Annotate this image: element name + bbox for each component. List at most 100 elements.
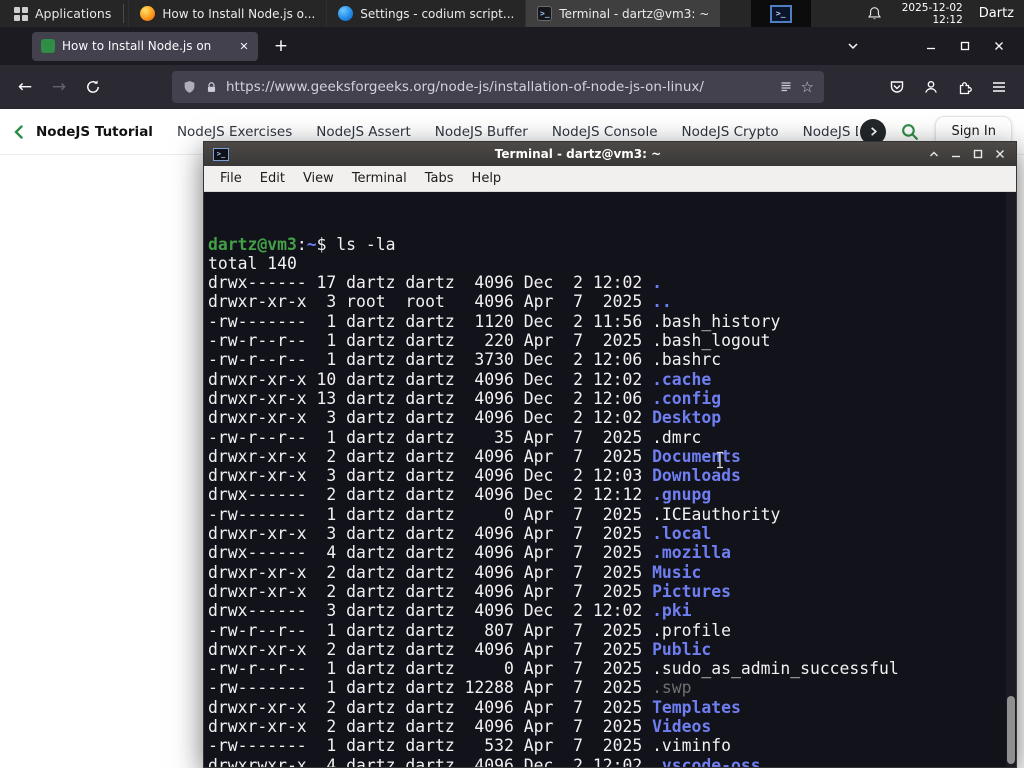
terminal-line: drwx------ 4 dartz dartz 4096 Apr 7 2025… [208, 543, 732, 563]
shield-icon[interactable] [182, 79, 197, 95]
site-favicon [41, 39, 55, 53]
lock-icon[interactable] [205, 80, 218, 95]
nav-link[interactable]: NodeJS Console [552, 124, 658, 140]
panel-clock[interactable]: 2025-12-02 12:12 [902, 2, 963, 26]
tray-terminal-item[interactable]: >_ [750, 0, 811, 27]
account-icon[interactable] [914, 71, 948, 103]
terminal-line: drwxr-xr-x 3 root root 4096 Apr 7 2025 .… [208, 292, 672, 312]
clock-date: 2025-12-02 [901, 1, 963, 14]
taskbar-button-firefox[interactable]: How to Install Node.js o... [128, 0, 326, 27]
codium-icon [338, 6, 354, 21]
reader-mode-icon[interactable] [779, 80, 793, 94]
terminal-line: -rw------- 1 dartz dartz 12288 Apr 7 202… [208, 678, 692, 698]
firefox-icon [140, 6, 156, 21]
terminal-line: -rw-r--r-- 1 dartz dartz 807 Apr 7 2025 … [208, 620, 732, 640]
chevron-left-icon[interactable] [12, 124, 26, 140]
terminal-line: -rw------- 1 dartz dartz 1120 Dec 2 11:5… [208, 311, 781, 331]
terminal-line: drwxr-xr-x 3 dartz dartz 4096 Apr 7 2025… [208, 524, 712, 544]
notification-bell-icon[interactable] [867, 6, 882, 21]
applications-label: Applications [35, 6, 112, 21]
nav-link[interactable]: NodeJS Tutorial [36, 124, 153, 140]
list-tabs-button[interactable] [836, 31, 870, 61]
terminal-line: -rw------- 1 dartz dartz 532 Apr 7 2025 … [208, 736, 732, 756]
terminal-line: drwxr-xr-x 2 dartz dartz 4096 Apr 7 2025… [208, 697, 741, 717]
back-button[interactable]: ← [8, 71, 42, 103]
nav-toolbar: ← → https://www.geeksforgeeks.org/node-j… [0, 65, 1024, 109]
terminal-output: dartz@vm3:~$ ls -la total 140 drwx------ 1… [208, 235, 1016, 767]
bookmark-star-icon[interactable]: ☆ [801, 78, 814, 96]
taskbar-button-codium[interactable]: Settings - codium script... [326, 0, 525, 27]
window-close-button[interactable] [982, 31, 1016, 61]
task-title: Settings - codium script... [360, 6, 515, 21]
clock-time: 12:12 [932, 13, 963, 26]
tab-close-icon[interactable] [239, 41, 249, 51]
reload-button[interactable] [76, 71, 110, 103]
terminal-menubar: File Edit View Terminal Tabs Help [204, 166, 1016, 192]
taskbar-button-terminal[interactable]: >_ Terminal - dartz@vm3: ~ [525, 0, 721, 27]
forward-button[interactable]: → [42, 71, 76, 103]
applications-icon [14, 6, 28, 21]
menu-view[interactable]: View [294, 168, 343, 189]
terminal-line: drwxr-xr-x 13 dartz dartz 4096 Dec 2 12:… [208, 388, 722, 408]
terminal-prompt-line: dartz@vm3:~$ ls -la [208, 234, 396, 254]
terminal-line: -rw-r--r-- 1 dartz dartz 35 Apr 7 2025 .… [208, 427, 702, 447]
nav-link[interactable]: NodeJS Assert [316, 124, 411, 140]
terminal-line: drwx------ 3 dartz dartz 4096 Dec 2 12:0… [208, 601, 692, 621]
nav-link[interactable]: NodeJS DNS [803, 124, 859, 140]
menu-terminal[interactable]: Terminal [343, 168, 416, 189]
terminal-line: -rw-r--r-- 1 dartz dartz 220 Apr 7 2025 … [208, 331, 771, 351]
terminal-line: drwxr-xr-x 2 dartz dartz 4096 Apr 7 2025… [208, 581, 732, 601]
terminal-line: drwxr-xr-x 3 dartz dartz 4096 Dec 2 12:0… [208, 408, 722, 428]
pocket-icon[interactable] [880, 71, 914, 103]
window-controls [836, 31, 1016, 61]
terminal-scrollbar[interactable] [1006, 192, 1016, 767]
terminal-line: -rw------- 1 dartz dartz 0 Apr 7 2025 .I… [208, 504, 781, 524]
tab-title: How to Install Node.js on [62, 39, 212, 53]
menu-help[interactable]: Help [463, 168, 511, 189]
terminal-line: drwx------ 2 dartz dartz 4096 Dec 2 12:1… [208, 485, 712, 505]
terminal-line: drwxrwxr-x 4 dartz dartz 4096 Dec 2 12:0… [208, 755, 761, 767]
scrollbar-thumb[interactable] [1007, 696, 1015, 764]
extensions-icon[interactable] [948, 71, 982, 103]
task-title: Terminal - dartz@vm3: ~ [559, 6, 710, 21]
terminal-body[interactable]: dartz@vm3:~$ ls -la total 140 drwx------ 1… [204, 192, 1016, 767]
new-tab-button[interactable]: + [268, 33, 294, 59]
nav-link[interactable]: NodeJS Crypto [682, 124, 779, 140]
terminal-tray-icon: >_ [769, 4, 792, 23]
search-icon[interactable] [900, 122, 919, 141]
menu-edit[interactable]: Edit [251, 168, 294, 189]
window-minimize-button[interactable] [914, 31, 948, 61]
user-menu[interactable]: Dartz [979, 6, 1014, 21]
terminal-icon: >_ [537, 6, 553, 21]
terminal-line: drwxr-xr-x 2 dartz dartz 4096 Apr 7 2025… [208, 717, 712, 737]
text-cursor [636, 432, 725, 493]
terminal-title: Terminal - dartz@vm3: ~ [494, 147, 662, 161]
window-restore-button[interactable] [948, 31, 982, 61]
terminal-minimize-button[interactable] [945, 144, 967, 164]
terminal-line: drwxr-xr-x 2 dartz dartz 4096 Apr 7 2025… [208, 446, 741, 466]
taskbar: How to Install Node.js o... Settings - co… [128, 0, 740, 27]
terminal-line: total 140 [208, 253, 297, 273]
terminal-shade-button[interactable] [923, 144, 945, 164]
terminal-line: -rw-r--r-- 1 dartz dartz 3730 Dec 2 12:0… [208, 350, 722, 370]
nav-link[interactable]: NodeJS Buffer [435, 124, 528, 140]
menu-file[interactable]: File [211, 168, 251, 189]
terminal-titlebar[interactable]: >_ Terminal - dartz@vm3: ~ [204, 142, 1016, 166]
terminal-line: drwxr-xr-x 3 dartz dartz 4096 Dec 2 12:0… [208, 466, 741, 486]
panel-separator [123, 4, 125, 23]
desktop: Applications How to Install Node.js o...… [0, 0, 1024, 768]
top-panel: Applications How to Install Node.js o...… [0, 0, 1024, 27]
applications-menu[interactable]: Applications [6, 0, 119, 27]
terminal-line: drwxr-xr-x 2 dartz dartz 4096 Apr 7 2025… [208, 562, 702, 582]
menu-tabs[interactable]: Tabs [416, 168, 463, 189]
terminal-close-button[interactable] [989, 144, 1011, 164]
nav-link[interactable]: NodeJS Exercises [177, 124, 292, 140]
terminal-line: drwxr-xr-x 10 dartz dartz 4096 Dec 2 12:… [208, 369, 712, 389]
browser-tab[interactable]: How to Install Node.js on [32, 31, 258, 61]
url-bar[interactable]: https://www.geeksforgeeks.org/node-js/in… [172, 71, 824, 103]
url-text[interactable]: https://www.geeksforgeeks.org/node-js/in… [226, 79, 771, 95]
terminal-maximize-button[interactable] [967, 144, 989, 164]
tab-bar: How to Install Node.js on + [0, 27, 1024, 65]
task-title: How to Install Node.js o... [162, 6, 316, 21]
menu-hamburger-icon[interactable] [982, 71, 1016, 103]
